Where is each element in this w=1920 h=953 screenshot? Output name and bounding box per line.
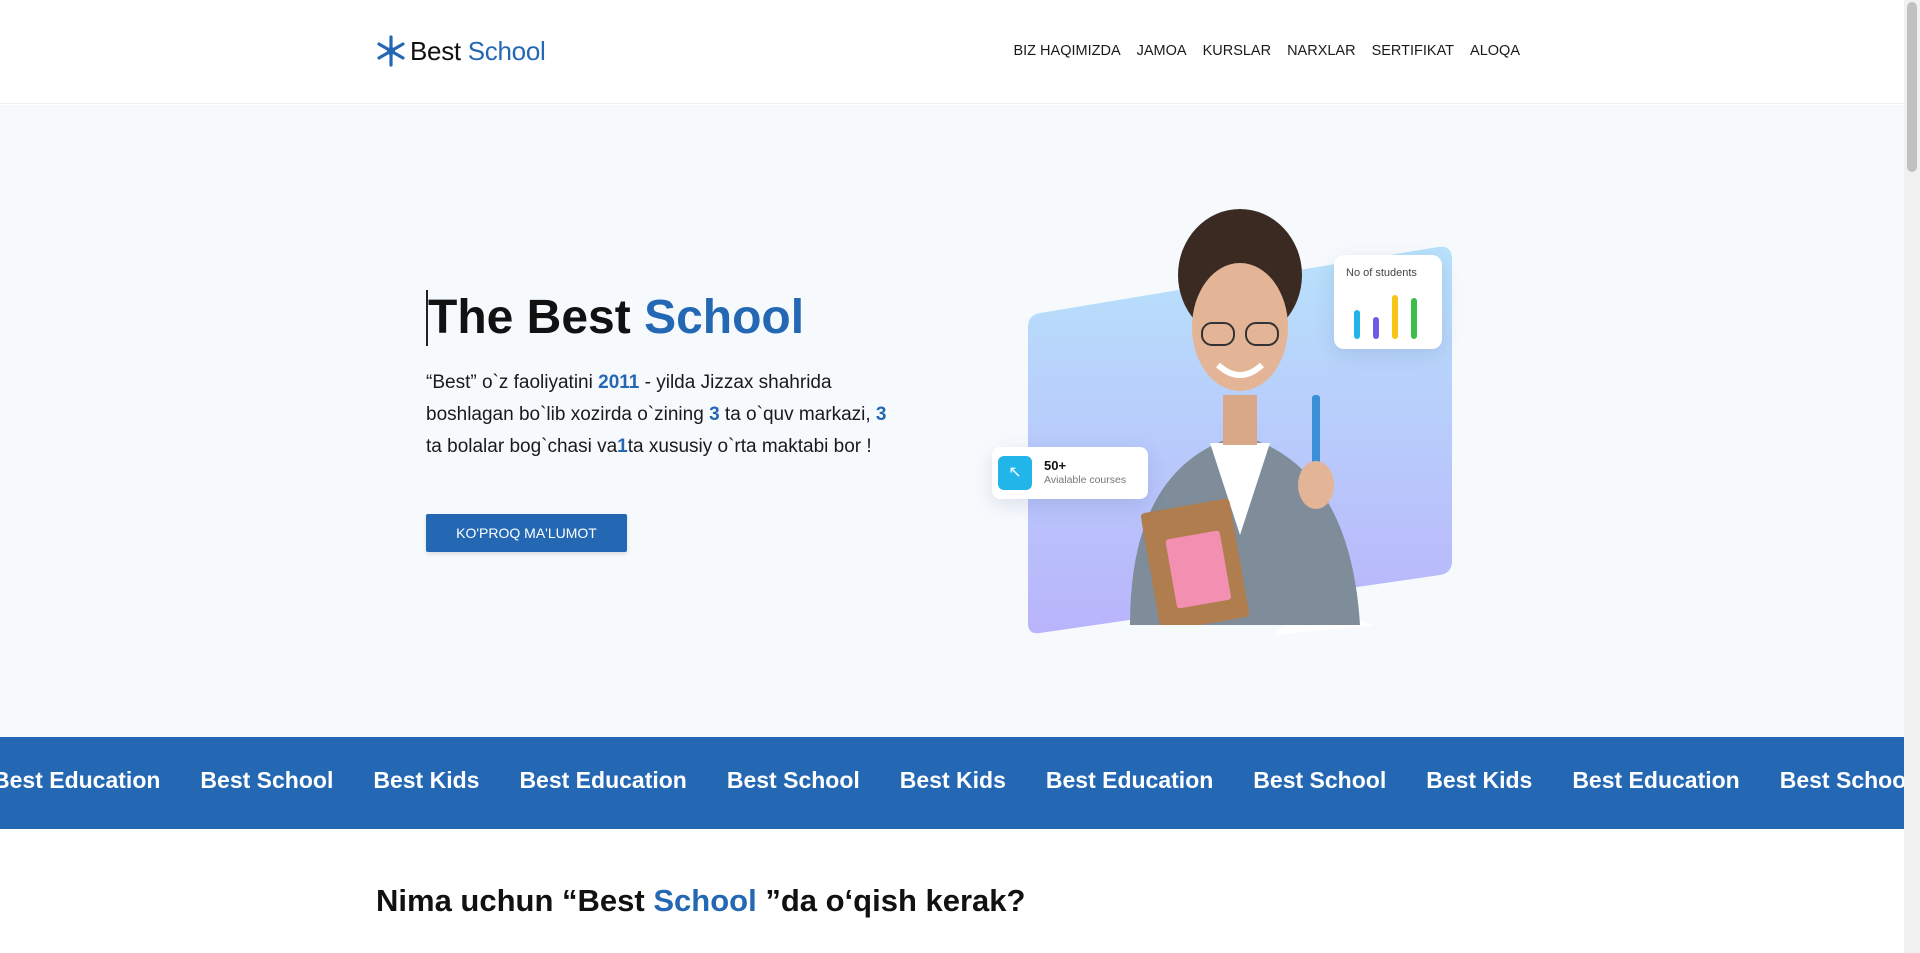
students-stat-card: No of students	[1334, 255, 1442, 349]
asterisk-logo-icon	[377, 35, 405, 67]
marquee-item: Best School	[1253, 767, 1387, 793]
hero-illustration: No of students ↖ 50+ Avialable courses	[990, 205, 1470, 675]
courses-count: 50+	[1044, 458, 1067, 473]
nav-link-contact[interactable]: ALOQA	[1470, 43, 1520, 59]
marquee-item: Best School	[200, 767, 334, 793]
nav-link-team[interactable]: JAMOA	[1137, 43, 1187, 59]
hero-title: The Best School	[426, 290, 805, 346]
site-logo[interactable]: Best School	[376, 34, 546, 68]
courses-stat-card: ↖ 50+ Avialable courses	[992, 447, 1148, 499]
marquee-item: Best Kids	[899, 767, 1006, 793]
page-scrollbar[interactable]	[1904, 0, 1920, 953]
marquee-track: Best Education Best School Best Kids Best E…	[0, 767, 1904, 794]
brand-marquee: Best Education Best School Best Kids Best E…	[0, 737, 1904, 829]
nav-link-prices[interactable]: NARXLAR	[1287, 43, 1356, 59]
nav-link-certificate[interactable]: SERTIFIKAT	[1372, 43, 1454, 59]
nav-link-courses[interactable]: KURSLAR	[1203, 43, 1272, 59]
more-info-button[interactable]: KO'PROQ MA'LUMOT	[426, 514, 627, 552]
marquee-item: Best School	[726, 767, 860, 793]
marquee-item: Best Education	[519, 767, 687, 793]
nav-link-about[interactable]: BIZ HAQIMIZDA	[1013, 43, 1120, 59]
hero-description: “Best” o`z faoliyatini 2011 - yilda Jizz…	[426, 372, 887, 457]
marquee-item: Best Education	[0, 767, 161, 793]
students-bar-chart	[1354, 287, 1434, 339]
why-section-title: Nima uchun “Best School ”da o‘qish kerak…	[376, 883, 1026, 918]
logo-text: Best School	[410, 35, 546, 66]
stat-bar	[1392, 294, 1398, 339]
students-stat-label: No of students	[1346, 267, 1417, 279]
hero-section: The Best School “Best” o`z faoliyatini 2…	[0, 105, 1904, 737]
stat-bar	[1411, 298, 1417, 339]
courses-label: Avialable courses	[1044, 474, 1127, 486]
scrollbar-thumb[interactable]	[1907, 2, 1917, 172]
stat-bar	[1354, 310, 1360, 339]
marquee-item: Best Kids	[373, 767, 480, 793]
marquee-item: Best Education	[1045, 767, 1214, 793]
stat-bar	[1373, 317, 1379, 339]
site-header: Best School BIZ HAQIMIZDA JAMOA KURSLAR …	[0, 0, 1904, 104]
marquee-item: Best School	[1779, 767, 1904, 793]
main-nav: BIZ HAQIMIZDA JAMOA KURSLAR NARXLAR SERT…	[1013, 43, 1520, 59]
marquee-item: Best Education	[1572, 767, 1740, 793]
arrow-up-left-icon: ↖	[998, 456, 1032, 490]
marquee-item: Best Kids	[1426, 767, 1533, 793]
